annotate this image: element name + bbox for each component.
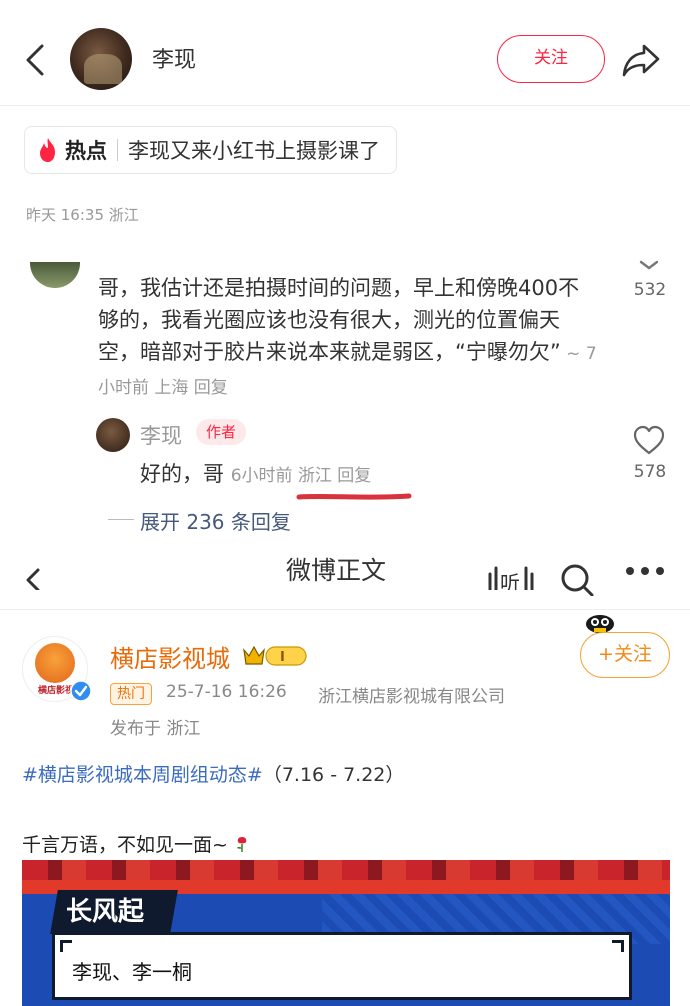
commenter-avatar[interactable] xyxy=(30,262,80,288)
post-body: 千言万语，不如见一面~ xyxy=(22,830,250,857)
svg-text:I: I xyxy=(280,650,285,665)
hot-label: 热点 xyxy=(65,139,107,163)
post-source[interactable]: 浙江横店影视城有限公司 xyxy=(318,682,505,707)
divider xyxy=(117,139,118,161)
reply-meta[interactable]: 6小时前 浙江 回复 xyxy=(231,466,372,486)
xhs-screenshot: 李现 关注 热点 李现又来小红书上摄影课了 昨天 16:35 浙江 哥，我估计还… xyxy=(0,0,690,548)
fire-icon xyxy=(40,138,55,162)
listen-icon[interactable]: 听 xyxy=(486,560,536,590)
comment-like-count: 532 xyxy=(633,280,667,300)
divider xyxy=(108,519,134,520)
poster-corner xyxy=(612,940,624,952)
weibo-screenshot: 微博正文 听 横店影视 横店影视城 I +关注 热门 25-7-16 16:26… xyxy=(0,548,690,1006)
mascot-icon xyxy=(586,615,614,633)
author-badge: 作者 xyxy=(196,419,247,445)
poster-drama-title: 长风起 xyxy=(66,897,145,927)
author-name[interactable]: 李现 xyxy=(152,42,196,74)
reply-avatar[interactable] xyxy=(96,418,130,452)
account-name[interactable]: 横店影视城 xyxy=(110,639,230,674)
reply-like-count: 578 xyxy=(633,462,667,482)
page-title: 微博正文 xyxy=(286,556,387,585)
rose-icon xyxy=(236,837,247,852)
follow-button[interactable]: +关注 xyxy=(580,632,670,678)
chevron-like-icon[interactable] xyxy=(632,256,666,276)
post-body-text: 千言万语，不如见一面~ xyxy=(22,834,228,856)
share-icon[interactable] xyxy=(620,40,662,80)
post-location: 发布于 浙江 xyxy=(110,719,201,739)
logo-mark xyxy=(35,643,75,683)
reply-text: 好的，哥 xyxy=(140,462,231,486)
hot-badge: 热门 xyxy=(110,683,152,705)
hot-topic-chip[interactable]: 热点 李现又来小红书上摄影课了 xyxy=(24,126,397,174)
poster-cast-names: 李现、李一桐 xyxy=(72,960,192,984)
comment-text: 哥，我估计还是拍摄时间的问题，早上和傍晚400不够的，我看光圈应该也没有很大，测… xyxy=(98,276,580,364)
reply-author-name[interactable]: 李现 xyxy=(140,420,182,450)
more-icon[interactable] xyxy=(624,564,666,578)
author-avatar[interactable] xyxy=(70,28,132,90)
red-underline-annotation xyxy=(296,493,412,500)
post-topic-line: #横店影视城本周剧组动态#（7.16 - 7.22） xyxy=(22,760,404,787)
comment: 哥，我估计还是拍摄时间的问题，早上和傍晚400不够的，我看光圈应该也没有很大，测… xyxy=(98,272,598,404)
follow-button[interactable]: 关注 xyxy=(497,35,605,83)
vip-icon: I xyxy=(243,645,307,666)
back-icon[interactable] xyxy=(22,40,50,80)
back-icon[interactable] xyxy=(22,556,44,590)
heart-icon[interactable] xyxy=(632,424,666,456)
reply: 好的，哥 6小时前 浙江 回复 xyxy=(140,458,371,488)
post-image[interactable]: 长风起 李现、李一桐 xyxy=(22,860,670,1006)
top-bar: 李现 关注 xyxy=(0,0,690,106)
expand-replies-link[interactable]: 展开 236 条回复 xyxy=(140,506,291,535)
poster-corner xyxy=(60,940,72,952)
verified-icon xyxy=(70,680,92,702)
hot-topic-text: 李现又来小红书上摄影课了 xyxy=(128,139,380,163)
date-range: （7.16 - 7.22） xyxy=(262,764,405,786)
poster-stripe xyxy=(22,860,670,880)
search-icon[interactable] xyxy=(558,556,598,596)
svg-text:听: 听 xyxy=(500,571,520,590)
post-meta: 昨天 16:35 浙江 xyxy=(26,206,139,224)
topic-link[interactable]: #横店影视城本周剧组动态# xyxy=(22,764,263,786)
weibo-nav-bar: 微博正文 听 xyxy=(0,548,690,610)
post-time: 25-7-16 16:26 xyxy=(166,682,287,702)
